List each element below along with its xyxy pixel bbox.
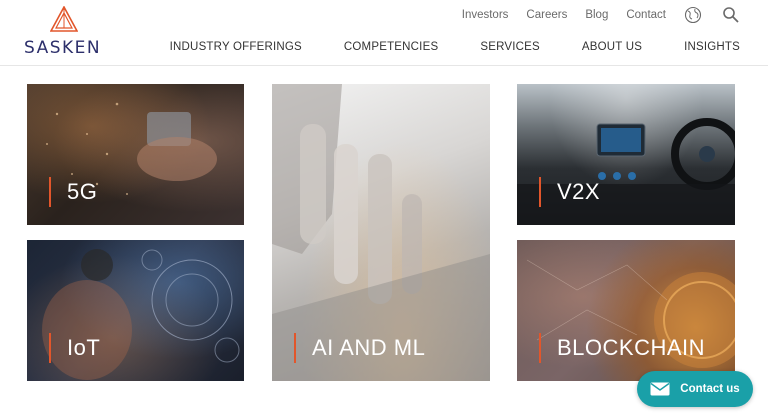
globe-icon[interactable]: [682, 4, 704, 26]
tile-title: V2X: [557, 179, 601, 204]
tile-label-iot: IoT: [49, 333, 100, 363]
tile-title: BLOCKCHAIN: [557, 335, 706, 360]
mail-icon: [650, 382, 670, 396]
tile-label-ai-and-ml: AI AND ML: [294, 333, 425, 363]
nav-industry-offerings[interactable]: INDUSTRY OFFERINGS: [170, 41, 302, 53]
util-link-blog[interactable]: Blog: [585, 9, 608, 21]
accent-bar: [539, 333, 541, 363]
sasken-logo[interactable]: SASKEN: [24, 6, 104, 58]
tile-title: AI AND ML: [312, 335, 426, 360]
tile-label-v2x: V2X: [539, 177, 600, 207]
logo-wordmark: SASKEN: [24, 38, 102, 58]
tile-v2x[interactable]: V2X: [517, 84, 735, 225]
tile-5g[interactable]: 5G: [27, 84, 244, 225]
nav-about-us[interactable]: ABOUT US: [582, 41, 642, 53]
tile-label-5g: 5G: [49, 177, 97, 207]
util-link-careers[interactable]: Careers: [526, 9, 567, 21]
tile-iot[interactable]: IoT: [27, 240, 244, 381]
tile-title: IoT: [67, 335, 101, 360]
nav-insights[interactable]: INSIGHTS: [684, 41, 740, 53]
accent-bar: [539, 177, 541, 207]
util-link-contact[interactable]: Contact: [626, 9, 666, 21]
contact-us-label: Contact us: [680, 383, 740, 395]
accent-bar: [49, 333, 51, 363]
nav-competencies[interactable]: COMPETENCIES: [344, 41, 438, 53]
contact-us-button[interactable]: Contact us: [637, 371, 753, 407]
site-header: SASKEN Investors Careers Blog Contact IN…: [0, 0, 768, 66]
accent-bar: [49, 177, 51, 207]
tile-ai-and-ml[interactable]: AI AND ML: [272, 84, 490, 381]
main-nav: INDUSTRY OFFERINGS COMPETENCIES SERVICES…: [170, 38, 740, 56]
nav-services[interactable]: SERVICES: [480, 41, 540, 53]
tile-blockchain[interactable]: BLOCKCHAIN: [517, 240, 735, 381]
utility-nav: Investors Careers Blog Contact: [444, 4, 742, 26]
tile-label-blockchain: BLOCKCHAIN: [539, 333, 705, 363]
util-link-investors[interactable]: Investors: [462, 9, 509, 21]
tile-title: 5G: [67, 179, 98, 204]
logo-triangle-icon: [50, 6, 78, 32]
accent-bar: [294, 333, 296, 363]
search-icon[interactable]: [720, 4, 742, 26]
